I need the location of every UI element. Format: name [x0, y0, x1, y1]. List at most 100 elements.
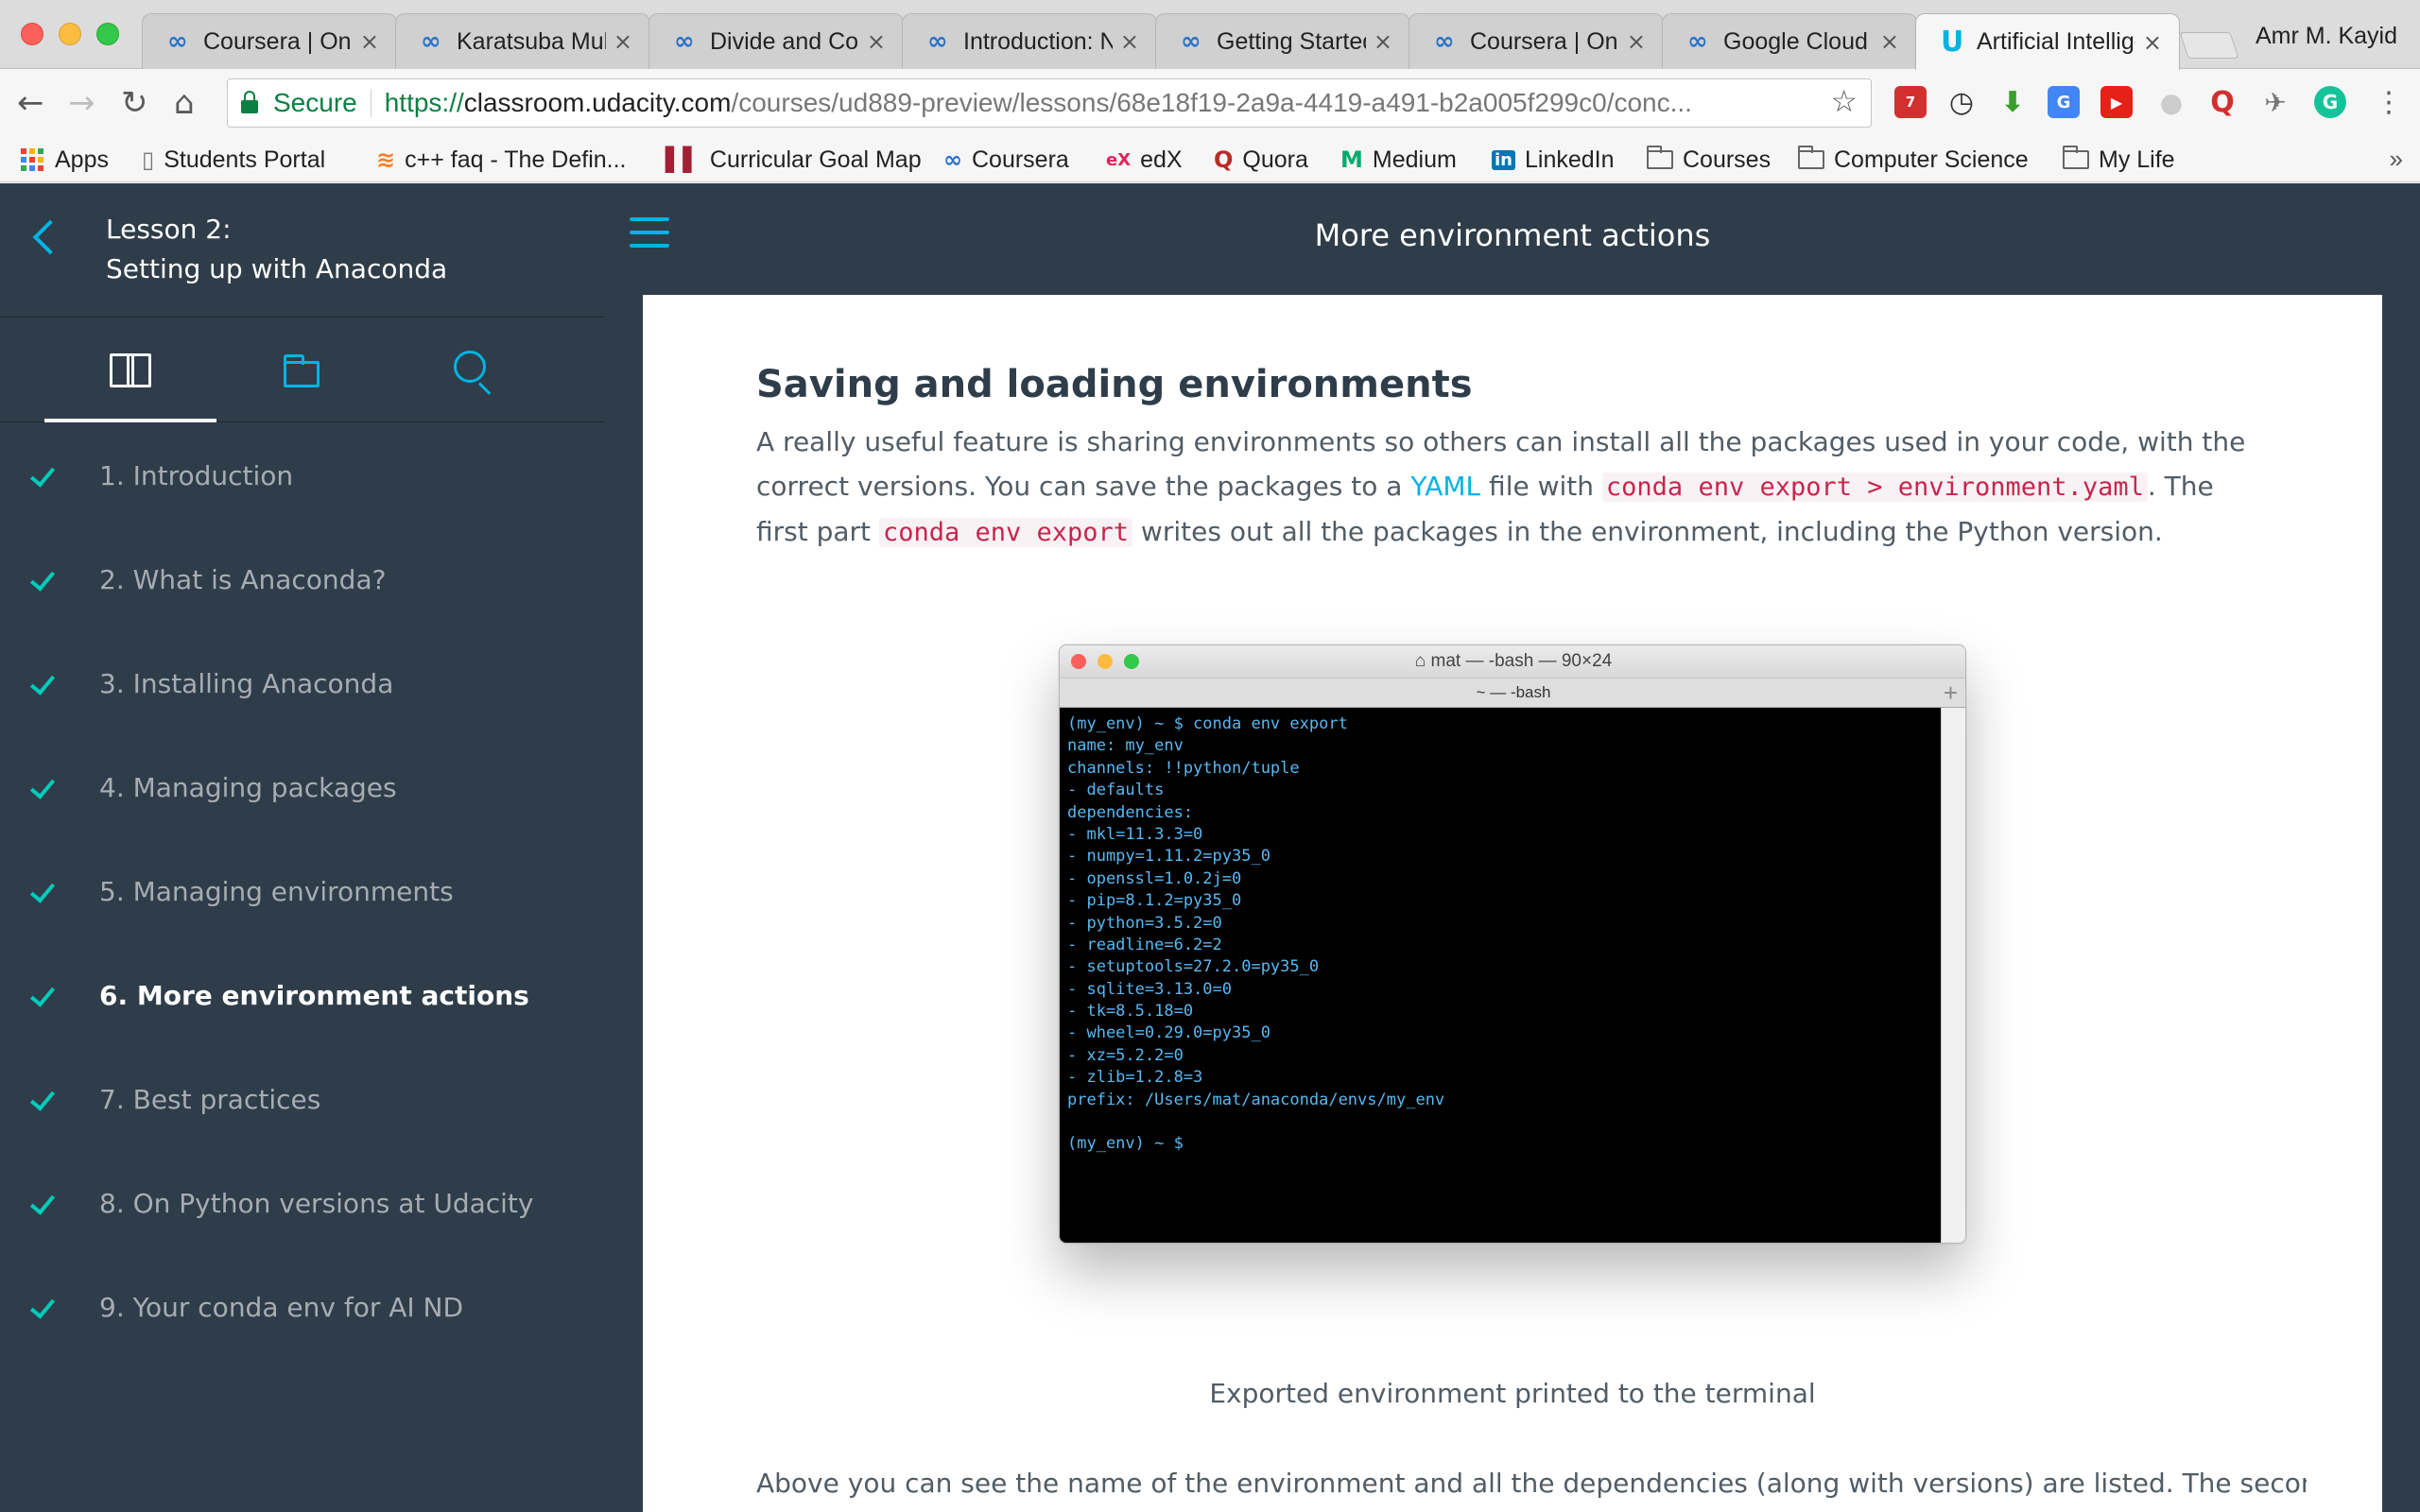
concept-item-active[interactable]: 6. More environment actions	[0, 943, 605, 1047]
close-tab-icon[interactable]: ×	[1374, 28, 1392, 55]
terminal-tab: ~ — -bash +	[1060, 678, 1965, 708]
megaphone-extension-icon[interactable]: ✈	[2259, 86, 2291, 118]
reload-icon[interactable]: ↻	[121, 84, 148, 122]
yaml-link[interactable]: YAML	[1410, 471, 1480, 502]
bookmark-folder-computer-science[interactable]: Computer Science	[1798, 143, 2029, 177]
tab-search[interactable]	[388, 318, 560, 422]
terminal-title: mat — -bash — 90×24	[1430, 651, 1613, 671]
lock-icon	[241, 91, 258, 113]
quora-extension-icon[interactable]: Q	[2206, 86, 2238, 119]
new-tab-button[interactable]	[2179, 32, 2239, 59]
concept-item[interactable]: 7. Best practices	[0, 1047, 605, 1151]
browser-tab[interactable]: ∞ Google Cloud ×	[1662, 13, 1917, 69]
menu-kebab-icon[interactable]: ⋮	[2375, 84, 2403, 122]
concept-item[interactable]: 2. What is Anaconda?	[0, 527, 605, 631]
concept-content: Saving and loading environments A really…	[643, 295, 2382, 1512]
paragraph-text: writes out all the packages in the envir…	[1132, 516, 2163, 547]
terminal-line: prefix: /Users/mat/anaconda/envs/my_env	[1067, 1090, 1445, 1109]
speed-dial-extension-icon[interactable]: ◷	[1945, 86, 1978, 119]
terminal-line: - numpy=1.11.2=py35_0	[1067, 847, 1270, 867]
bookmark-coursera[interactable]: ∞ Coursera	[943, 143, 1069, 177]
apps-grid-icon	[21, 148, 43, 171]
bookmark-quora[interactable]: Q Quora	[1214, 143, 1308, 177]
terminal-line: - openssl=1.0.2j=0	[1067, 868, 1242, 888]
address-bar[interactable]: Secure https:// classroom.udacity.com /c…	[227, 78, 1872, 128]
grammarly-extension-icon[interactable]: G	[2314, 86, 2346, 118]
browser-tab[interactable]: ∞ Divide and Conquer ×	[648, 13, 904, 69]
concept-item[interactable]: 9. Your conda env for AI ND	[0, 1255, 605, 1359]
close-tab-icon[interactable]: ×	[867, 28, 886, 55]
folder-icon	[284, 354, 320, 387]
bookmark-edx[interactable]: eX edX	[1106, 143, 1183, 177]
terminal-close-dot	[1071, 654, 1086, 669]
bookmark-label: LinkedIn	[1524, 146, 1615, 173]
terminal-line: name: my_env	[1067, 736, 1184, 756]
browser-tab[interactable]: ∞ Karatsuba Multiplication ×	[395, 13, 650, 69]
bookmark-linkedin[interactable]: in LinkedIn	[1492, 143, 1615, 177]
close-tab-icon[interactable]: ×	[2143, 29, 2162, 56]
close-tab-icon[interactable]: ×	[1627, 28, 1646, 55]
tab-concepts[interactable]	[44, 318, 216, 422]
window-minimize-button[interactable]	[59, 23, 81, 45]
tab-resources[interactable]	[216, 318, 388, 422]
home-icon[interactable]: ⌂	[174, 84, 195, 122]
browser-tab[interactable]: ∞ Coursera | Online Courses ×	[142, 13, 397, 69]
coursera-icon: ∞	[167, 27, 188, 56]
linkedin-icon: in	[1492, 149, 1515, 170]
bookmark-students-portal[interactable]: ▯ Students Portal	[142, 143, 325, 177]
bookmark-cpp-faq[interactable]: ≋ c++ faq - The Defin...	[376, 143, 627, 177]
bookmark-label: Computer Science	[1834, 146, 2029, 173]
back-arrow-icon[interactable]: ←	[17, 84, 44, 122]
tab-label: Coursera | Online Courses	[203, 27, 353, 55]
intro-paragraph: A really useful feature is sharing envir…	[756, 420, 2269, 555]
terminal-line: - wheel=0.29.0=py35_0	[1067, 1023, 1270, 1043]
terminal-minimize-dot	[1098, 654, 1113, 669]
forward-arrow-icon[interactable]: →	[68, 84, 95, 122]
browser-toolbar: ← → ↻ ⌂ Secure https:// classroom.udacit…	[0, 69, 2420, 137]
bookmark-apps[interactable]: Apps	[21, 143, 109, 177]
bookmark-star-icon[interactable]: ☆	[1830, 83, 1858, 119]
browser-tab-active[interactable]: U Artificial Intelligence ×	[1915, 13, 2180, 70]
concept-item[interactable]: 1. Introduction	[0, 423, 605, 527]
circle-extension-icon[interactable]: ●	[2155, 86, 2187, 118]
bookmark-curricular-goal-map[interactable]: ▌▌ Curricular Goal Map	[666, 143, 922, 177]
terminal-line: - defaults	[1067, 781, 1165, 800]
window-zoom-button[interactable]	[96, 23, 119, 45]
browser-tab-strip: ∞ Coursera | Online Courses × ∞ Karatsub…	[0, 0, 2420, 70]
bookmarks-overflow-icon[interactable]: »	[2390, 145, 2403, 174]
concept-label: 3. Installing Anaconda	[99, 667, 394, 699]
youtube-extension-icon[interactable]: ▶	[2100, 86, 2133, 118]
browser-tab[interactable]: ∞ Coursera | Online Courses ×	[1409, 13, 1664, 69]
profile-name[interactable]: Amr M. Kayid	[2256, 23, 2397, 50]
close-tab-icon[interactable]: ×	[614, 28, 632, 55]
plus-icon: +	[1943, 679, 1958, 707]
concept-label: 5. Managing environments	[99, 875, 454, 907]
concept-item[interactable]: 4. Managing packages	[0, 735, 605, 839]
close-tab-icon[interactable]: ×	[1120, 28, 1139, 55]
bookmark-label: Apps	[55, 146, 109, 173]
bookmark-folder-courses[interactable]: Courses	[1647, 143, 1771, 177]
terminal-line: channels: !!python/tuple	[1067, 758, 1300, 778]
browser-tab[interactable]: ∞ Getting Started ×	[1155, 13, 1410, 69]
download-extension-icon[interactable]: ⬇	[1996, 86, 2029, 119]
sidebar-tabs	[0, 318, 605, 422]
section-heading: Saving and loading environments	[756, 363, 1473, 406]
translate-extension-icon[interactable]: G	[2048, 86, 2080, 118]
bookmark-folder-my-life[interactable]: My Life	[2063, 143, 2175, 177]
followup-paragraph: Above you can see the name of the enviro…	[756, 1468, 2307, 1499]
close-tab-icon[interactable]: ×	[360, 28, 379, 55]
tab-label: Getting Started	[1217, 27, 1366, 55]
concept-item[interactable]: 5. Managing environments	[0, 839, 605, 943]
url-path: /courses/ud889-preview/lessons/68e18f19-…	[731, 88, 1692, 117]
adblock-extension-icon[interactable]: 7	[1894, 86, 1927, 118]
close-tab-icon[interactable]: ×	[1880, 28, 1899, 55]
terminal-line: - setuptools=27.2.0=py35_0	[1067, 957, 1320, 977]
concept-item[interactable]: 3. Installing Anaconda	[0, 631, 605, 735]
chevron-left-icon[interactable]	[32, 219, 68, 255]
terminal-scrollbar	[1941, 708, 1965, 1243]
concept-item[interactable]: 8. On Python versions at Udacity	[0, 1151, 605, 1255]
browser-tab[interactable]: ∞ Introduction: Neural Networks ×	[902, 13, 1157, 69]
terminal-line: (my_env) ~ $ conda env export	[1067, 714, 1348, 733]
bookmark-medium[interactable]: M Medium	[1340, 143, 1457, 177]
window-close-button[interactable]	[21, 23, 43, 45]
